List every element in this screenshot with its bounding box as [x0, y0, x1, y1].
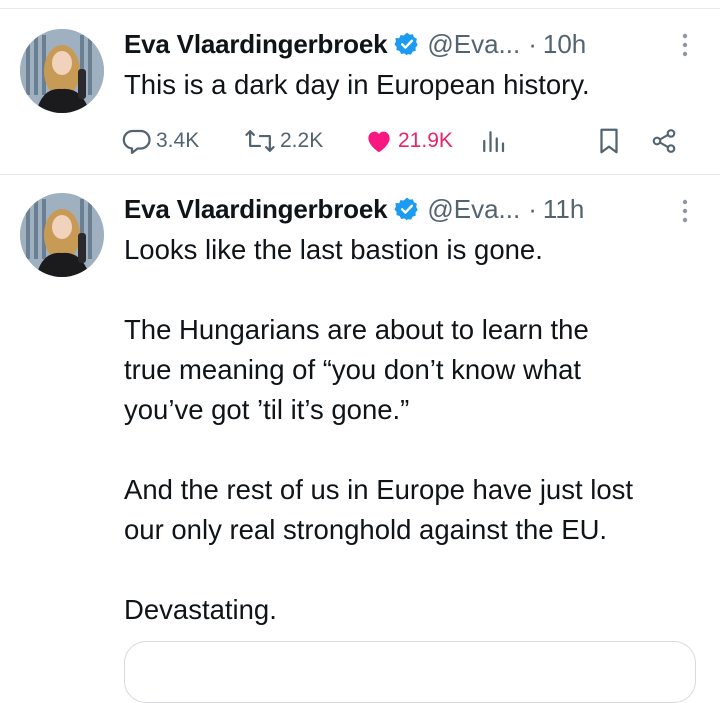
retweet-button[interactable]: 2.2K: [244, 121, 323, 161]
reply-icon: [122, 126, 152, 156]
bookmark-icon: [596, 126, 622, 156]
author-name[interactable]: Eva Vlaardingerbroek: [124, 194, 388, 225]
bookmark-button[interactable]: [596, 121, 622, 161]
top-divider: [0, 8, 720, 9]
views-button[interactable]: [480, 121, 506, 161]
tweet-text: This is a dark day in European history.: [124, 69, 590, 100]
more-options-icon[interactable]: [680, 30, 690, 60]
author-handle[interactable]: @Eva...: [427, 29, 520, 60]
reply-button[interactable]: 3.4K: [122, 121, 199, 161]
tweet[interactable]: Eva Vlaardingerbroek @Eva... · 11h Looks…: [0, 176, 720, 703]
share-icon: [650, 126, 678, 156]
tweet-divider: [0, 174, 720, 175]
retweet-icon: [244, 126, 276, 156]
timestamp[interactable]: 11h: [543, 194, 584, 225]
timestamp[interactable]: 10h: [543, 29, 586, 60]
like-icon: [364, 126, 394, 156]
reply-count: 3.4K: [156, 129, 200, 152]
author-name[interactable]: Eva Vlaardingerbroek: [124, 29, 388, 60]
retweet-count: 2.2K: [280, 129, 324, 152]
share-button[interactable]: [650, 121, 678, 161]
avatar[interactable]: [20, 193, 104, 277]
quoted-content-card[interactable]: [124, 641, 696, 703]
like-button[interactable]: 21.9K: [364, 121, 453, 161]
avatar[interactable]: [20, 29, 104, 113]
verified-badge-icon: [394, 31, 420, 57]
like-count: 21.9K: [398, 129, 453, 152]
separator-dot: ·: [528, 193, 537, 224]
author-handle[interactable]: @Eva...: [427, 194, 520, 225]
tweet-actions: 3.4K 2.2K 21.9K: [122, 121, 702, 161]
more-options-icon[interactable]: [680, 196, 690, 226]
verified-badge-icon: [394, 196, 420, 222]
tweet-text: Looks like the last bastion is gone. The…: [124, 234, 634, 625]
views-icon: [480, 126, 506, 156]
tweet-header: Eva Vlaardingerbroek @Eva... · 11h: [124, 191, 584, 227]
tweet[interactable]: Eva Vlaardingerbroek @Eva... · 10h This …: [0, 10, 720, 174]
separator-dot: ·: [528, 28, 537, 59]
tweet-header: Eva Vlaardingerbroek @Eva... · 10h: [124, 26, 586, 62]
